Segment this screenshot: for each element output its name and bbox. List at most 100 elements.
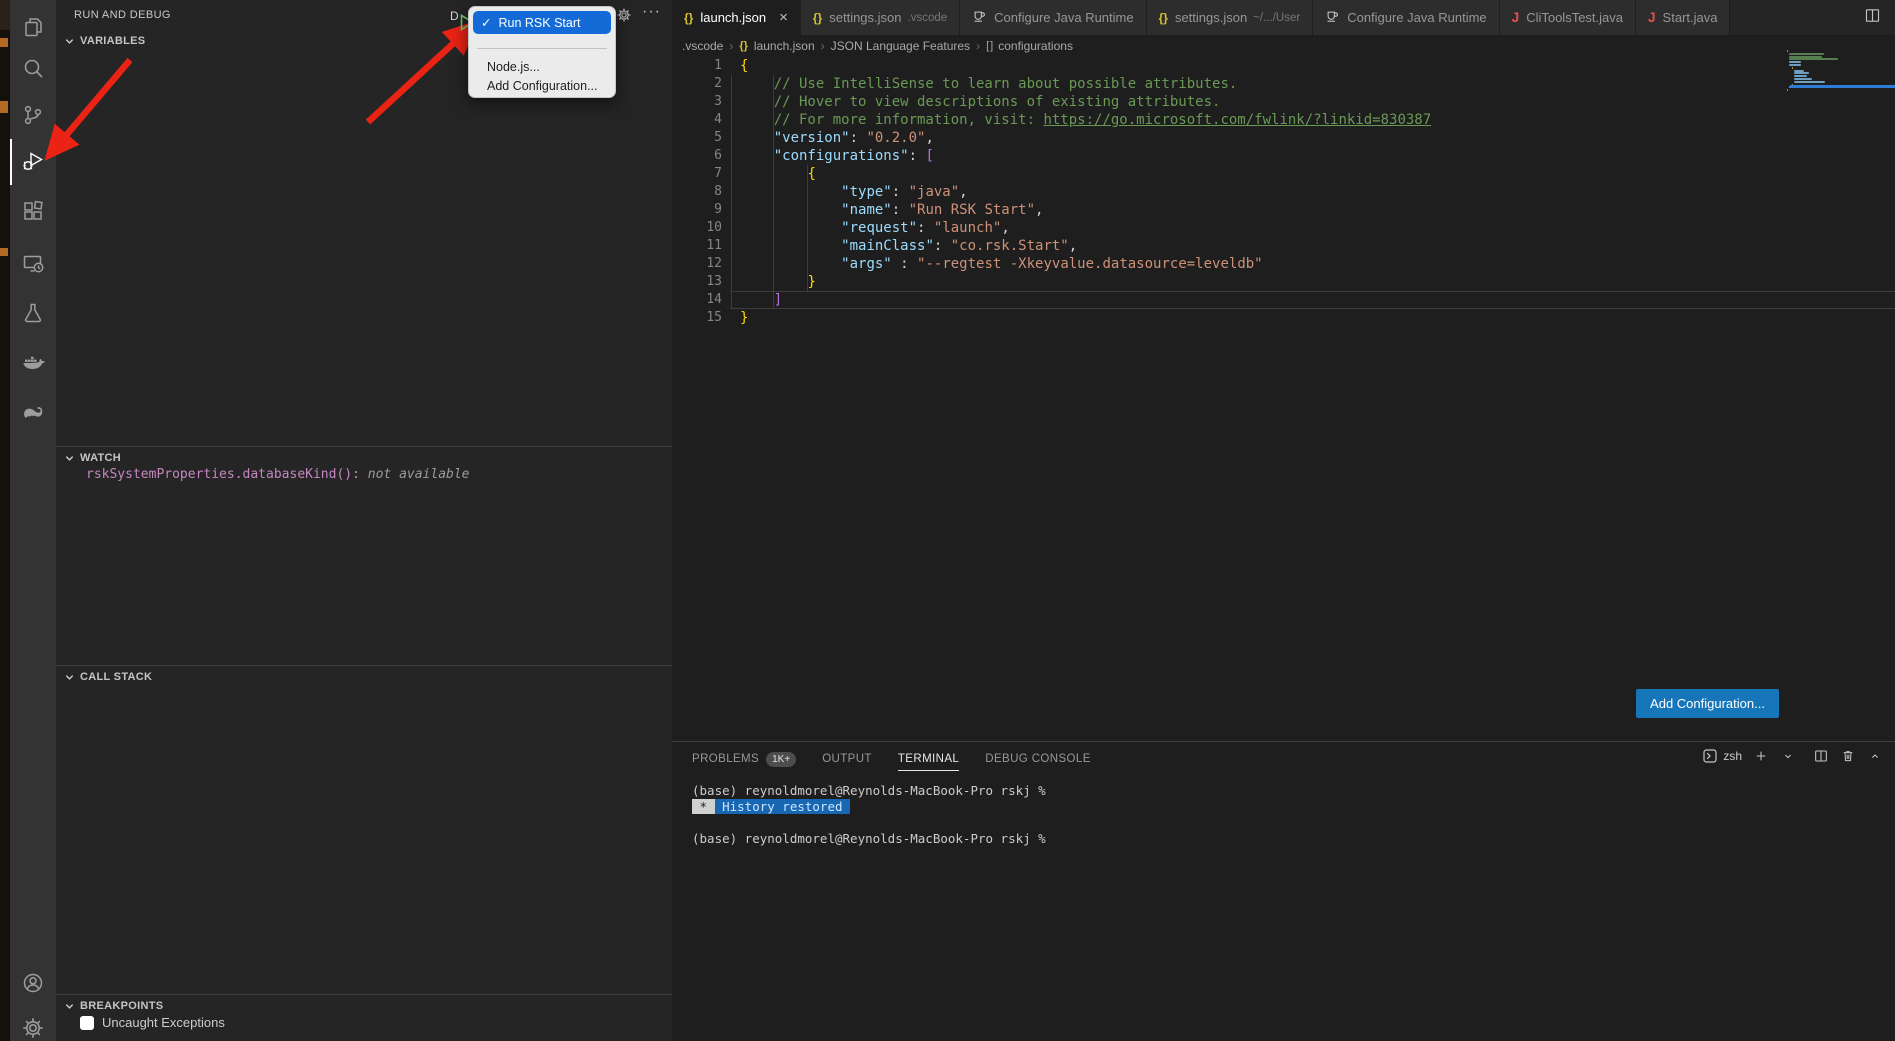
line-number: 12: [672, 255, 722, 273]
split-editor-icon[interactable]: [1864, 7, 1881, 29]
breadcrumb[interactable]: .vscode › {} launch.json › JSON Language Feat…: [682, 35, 1073, 56]
breadcrumb-item[interactable]: configurations: [998, 39, 1073, 53]
tab-configure-java-runtime[interactable]: Configure Java Runtime: [960, 0, 1146, 35]
code-line: {: [740, 165, 1431, 183]
java-file-icon: J: [1648, 10, 1656, 25]
json-file-icon: {}: [739, 40, 748, 52]
code-line: {: [740, 57, 1431, 75]
editor-region: {}launch.json×{}settings.json.vscodeConf…: [672, 0, 1895, 1041]
search-icon[interactable]: [10, 45, 56, 91]
minimap-line: [1794, 75, 1806, 77]
minimap-line: [1789, 53, 1823, 55]
tab-label: settings.json: [829, 10, 901, 25]
line-number: 14: [672, 291, 722, 309]
debug-settings-gear-icon[interactable]: [616, 7, 632, 28]
panel-tab-label: DEBUG CONSOLE: [985, 753, 1091, 765]
breadcrumb-separator: ›: [976, 39, 980, 53]
maximize-panel-chevron-icon[interactable]: [1867, 748, 1883, 764]
minimap-line: [1789, 64, 1801, 66]
background-accent: [0, 38, 8, 47]
code-line: "type": "java",: [740, 183, 1431, 201]
terminal-line: (base) reynoldmorel@Reynolds-MacBook-Pro…: [692, 831, 1046, 847]
call-stack-section-header[interactable]: CALL STACK: [56, 665, 672, 688]
line-number: 6: [672, 147, 722, 165]
uncaught-exceptions-checkbox[interactable]: [80, 1016, 94, 1030]
tab-clitoolstest-java[interactable]: JCliToolsTest.java: [1500, 0, 1636, 35]
terminal-icon: [1702, 748, 1718, 764]
breakpoint-label: Uncaught Exceptions: [102, 1015, 225, 1030]
testing-icon[interactable]: [10, 290, 56, 336]
code-line: "version": "0.2.0",: [740, 129, 1431, 147]
close-tab-icon[interactable]: ×: [779, 10, 788, 25]
breadcrumb-item[interactable]: launch.json: [754, 39, 815, 53]
panel-tab-debug-console[interactable]: DEBUG CONSOLE: [985, 753, 1091, 771]
gradle-icon[interactable]: [10, 389, 56, 435]
tab-start-java[interactable]: JStart.java: [1636, 0, 1730, 35]
background-window-strip: [0, 0, 10, 1041]
tab-configure-java-runtime[interactable]: Configure Java Runtime: [1313, 0, 1499, 35]
accounts-icon[interactable]: [10, 960, 56, 1006]
watch-expression: rskSystemProperties.databaseKind():: [86, 467, 360, 482]
source-control-icon[interactable]: [10, 92, 56, 138]
breakpoints-section-header[interactable]: BREAKPOINTS: [56, 994, 672, 1017]
dropdown-item[interactable]: Node.js...: [473, 57, 611, 77]
minimap-line: [1794, 78, 1811, 80]
run-and-debug-icon[interactable]: [10, 138, 56, 184]
code-line: "args" : "--regtest -Xkeyvalue.datasourc…: [740, 255, 1431, 273]
terminal-output[interactable]: (base) reynoldmorel@Reynolds-MacBook-Pro…: [692, 783, 1046, 847]
section-label: VARIABLES: [80, 35, 145, 47]
watch-value: not available: [360, 467, 470, 482]
kill-terminal-trash-icon[interactable]: [1840, 748, 1856, 764]
breadcrumb-item[interactable]: JSON Language Features: [831, 39, 970, 53]
tab-launch-json[interactable]: {}launch.json×: [672, 0, 801, 35]
line-number: 11: [672, 237, 722, 255]
code-line: "mainClass": "co.rsk.Start",: [740, 237, 1431, 255]
tab-settings-json[interactable]: {} settings.json ~/.../User: [1147, 0, 1314, 35]
split-terminal-icon[interactable]: [1813, 748, 1829, 764]
settings-icon[interactable]: [10, 1005, 56, 1041]
minimap-current-line: [1790, 85, 1895, 88]
panel-tab-problems[interactable]: PROBLEMS1K+: [692, 752, 796, 773]
more-actions-icon[interactable]: ···: [642, 3, 661, 21]
breadcrumb-separator: ›: [729, 39, 733, 53]
remote-explorer-icon[interactable]: [10, 241, 56, 287]
explorer-icon[interactable]: [10, 4, 56, 50]
bottom-panel: PROBLEMS1K+ OUTPUT TERMINAL DEBUG CONSOLE z…: [672, 741, 1895, 1041]
terminal-shell-selector[interactable]: zsh: [1702, 748, 1742, 764]
watch-section-header[interactable]: WATCH: [56, 446, 672, 469]
terminal-line: (base) reynoldmorel@Reynolds-MacBook-Pro…: [692, 783, 1046, 799]
code-line: }: [740, 309, 1431, 327]
add-configuration-button[interactable]: Add Configuration...: [1636, 689, 1779, 718]
dropdown-selected-label: Run RSK Start: [498, 16, 580, 30]
tab-label: CliToolsTest.java: [1526, 10, 1623, 25]
extensions-icon[interactable]: [10, 188, 56, 234]
tab-label: Configure Java Runtime: [994, 10, 1133, 25]
code-line: // Use IntelliSense to learn about possi…: [740, 75, 1431, 93]
minimap-line: [1787, 89, 1788, 91]
dropdown-item[interactable]: Add Configuration...: [473, 76, 611, 96]
panel-tab-terminal[interactable]: TERMINAL: [898, 753, 959, 771]
json-file-icon: {}: [1159, 11, 1168, 25]
code-line: ]: [740, 291, 1431, 309]
code-editor[interactable]: { // Use IntelliSense to learn about pos…: [740, 57, 1431, 327]
panel-tab-label: PROBLEMS: [692, 753, 759, 765]
code-line: "request": "launch",: [740, 219, 1431, 237]
chevron-down-icon: [64, 36, 75, 47]
tab-path-suffix: ~/.../User: [1253, 12, 1300, 24]
breadcrumb-item[interactable]: .vscode: [682, 39, 723, 53]
dropdown-selected-item[interactable]: ✓ Run RSK Start: [473, 11, 611, 34]
watch-expression-row[interactable]: rskSystemProperties.databaseKind(): not …: [86, 467, 470, 482]
tab-label: launch.json: [700, 10, 766, 25]
hidden-toolbar-letter: D: [450, 9, 459, 23]
terminal-dropdown-chevron-icon[interactable]: [1780, 748, 1796, 764]
minimap-line: [1792, 67, 1793, 69]
tab-label: settings.json: [1175, 10, 1247, 25]
tab-settings-json[interactable]: {}settings.json.vscode: [801, 0, 960, 35]
panel-tab-output[interactable]: OUTPUT: [822, 753, 872, 771]
java-runtime-cup-icon: [972, 9, 987, 27]
code-line: }: [740, 273, 1431, 291]
new-terminal-icon[interactable]: [1753, 748, 1769, 764]
shell-label: zsh: [1723, 749, 1742, 763]
section-label: BREAKPOINTS: [80, 1000, 163, 1012]
docker-icon[interactable]: [10, 339, 56, 385]
